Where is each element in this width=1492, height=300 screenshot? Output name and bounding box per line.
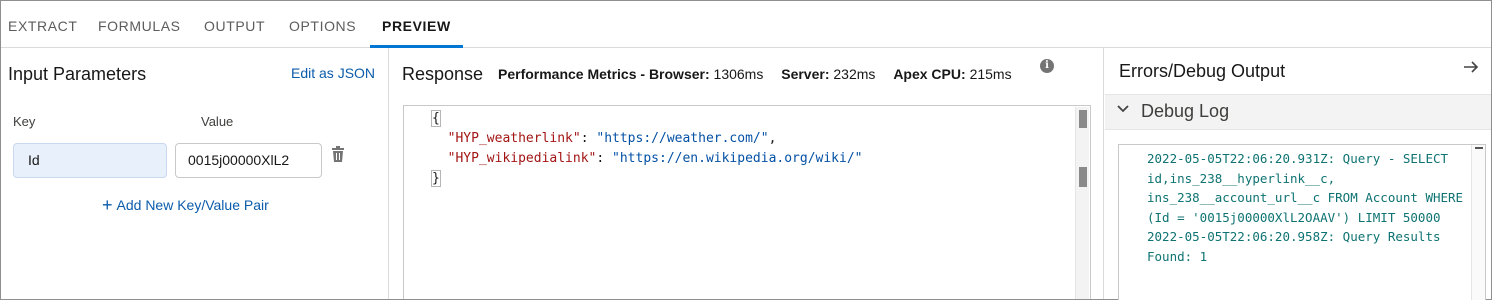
arrow-right-icon[interactable] [1463, 58, 1479, 79]
debug-output-panel: Errors/Debug Output Debug Log 2022-05-05… [1105, 48, 1491, 300]
response-panel: Response Performance Metrics - Browser: … [390, 48, 1104, 299]
debug-log-title: Debug Log [1141, 101, 1230, 121]
trash-icon[interactable] [331, 146, 347, 164]
server-metric-value: 232ms [833, 66, 876, 82]
apex-metric-value: 215ms [969, 66, 1012, 82]
debug-log-scrollbar-thumb[interactable] [1475, 147, 1483, 149]
add-key-value-pair-label: Add New Key/Value Pair [116, 197, 269, 213]
info-icon[interactable]: i [1040, 59, 1054, 73]
tab-output[interactable]: OUTPUT [204, 1, 265, 48]
tab-extract[interactable]: EXTRACT [8, 1, 78, 48]
scrollbar-thumb-top[interactable] [1079, 110, 1087, 128]
json-key-weatherlink: "HYP_weatherlink" [447, 131, 581, 146]
tab-options[interactable]: OPTIONS [289, 1, 356, 48]
performance-metrics: Performance Metrics - Browser: 1306ms Se… [498, 66, 1012, 82]
chevron-down-icon[interactable] [1117, 102, 1129, 119]
key-column-label: Key [13, 114, 36, 129]
debug-log-scrollbar[interactable] [1471, 145, 1485, 300]
tab-preview[interactable]: PREVIEW [382, 1, 451, 48]
json-key-wikipedialink: "HYP_wikipedialink" [447, 151, 597, 166]
apex-metric-label: Apex CPU: [893, 66, 966, 82]
debug-log-section-header[interactable]: Debug Log [1105, 94, 1491, 130]
add-key-value-pair-button[interactable]: + Add New Key/Value Pair [102, 195, 269, 216]
response-json-viewer[interactable]: { "HYP_weatherlink": "https://weather.co… [403, 105, 1091, 299]
response-title: Response [402, 64, 484, 84]
json-close-brace: } [431, 170, 441, 187]
json-open-brace: { [431, 110, 441, 127]
tab-formulas[interactable]: FORMULAS [98, 1, 181, 48]
server-metric-label: Server: [781, 66, 830, 82]
value-column-label: Value [201, 114, 234, 129]
plus-icon: + [102, 195, 113, 215]
browser-metric-value: 1306ms [713, 66, 764, 82]
response-scrollbar[interactable] [1075, 107, 1089, 299]
debug-output-title: Errors/Debug Output [1119, 61, 1286, 81]
value-input[interactable]: 0015j00000XlL2 [175, 143, 322, 178]
tab-bar: EXTRACT FORMULAS OUTPUT OPTIONS PREVIEW [1, 1, 1491, 48]
scrollbar-thumb[interactable] [1079, 167, 1087, 187]
debug-log-box[interactable]: 2022-05-05T22:06:20.931Z: Query - SELECT… [1118, 144, 1486, 300]
response-json-code: { "HYP_weatherlink": "https://weather.co… [431, 110, 863, 187]
browser-metric-label: Performance Metrics - Browser: [498, 66, 710, 82]
input-parameters-panel: Input Parameters Edit as JSON Key Value … [1, 48, 389, 299]
json-value-weatherlink: "https://weather.com/" [596, 131, 769, 146]
debug-log-text: 2022-05-05T22:06:20.931Z: Query - SELECT… [1147, 151, 1464, 264]
edit-as-json-link[interactable]: Edit as JSON [291, 65, 375, 81]
input-parameters-title: Input Parameters [8, 64, 147, 84]
json-value-wikipedialink: "https://en.wikipedia.org/wiki/" [612, 151, 863, 166]
key-input[interactable]: Id [13, 143, 167, 178]
